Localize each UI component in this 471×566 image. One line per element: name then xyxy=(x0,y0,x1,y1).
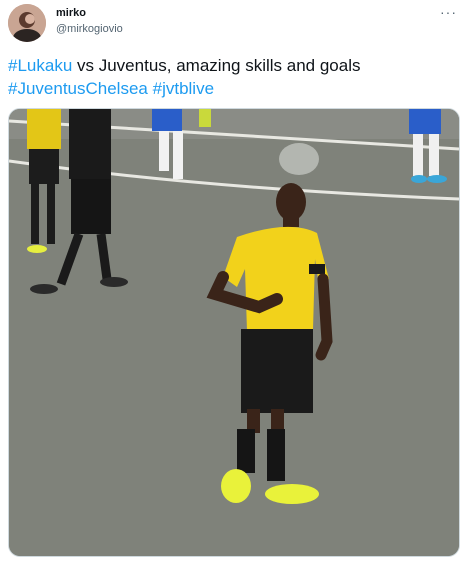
more-options-icon[interactable]: ··· xyxy=(440,4,457,20)
hashtag-lukaku[interactable]: #Lukaku xyxy=(8,56,72,75)
avatar-image xyxy=(8,4,46,42)
avatar[interactable] xyxy=(8,4,46,42)
tweet-text-segment: vs Juventus, amazing skills and goals xyxy=(72,56,361,75)
video-media[interactable] xyxy=(8,108,460,557)
user-handle[interactable]: @mirkogiovio xyxy=(56,23,123,35)
hashtag-jvtblive[interactable]: #jvtblive xyxy=(153,79,214,98)
video-frame xyxy=(9,109,459,556)
display-name[interactable]: mirko xyxy=(56,7,86,19)
tweet-text: #Lukaku vs Juventus, amazing skills and … xyxy=(8,54,463,100)
hashtag-juventuschelsea[interactable]: #JuventusChelsea xyxy=(8,79,148,98)
